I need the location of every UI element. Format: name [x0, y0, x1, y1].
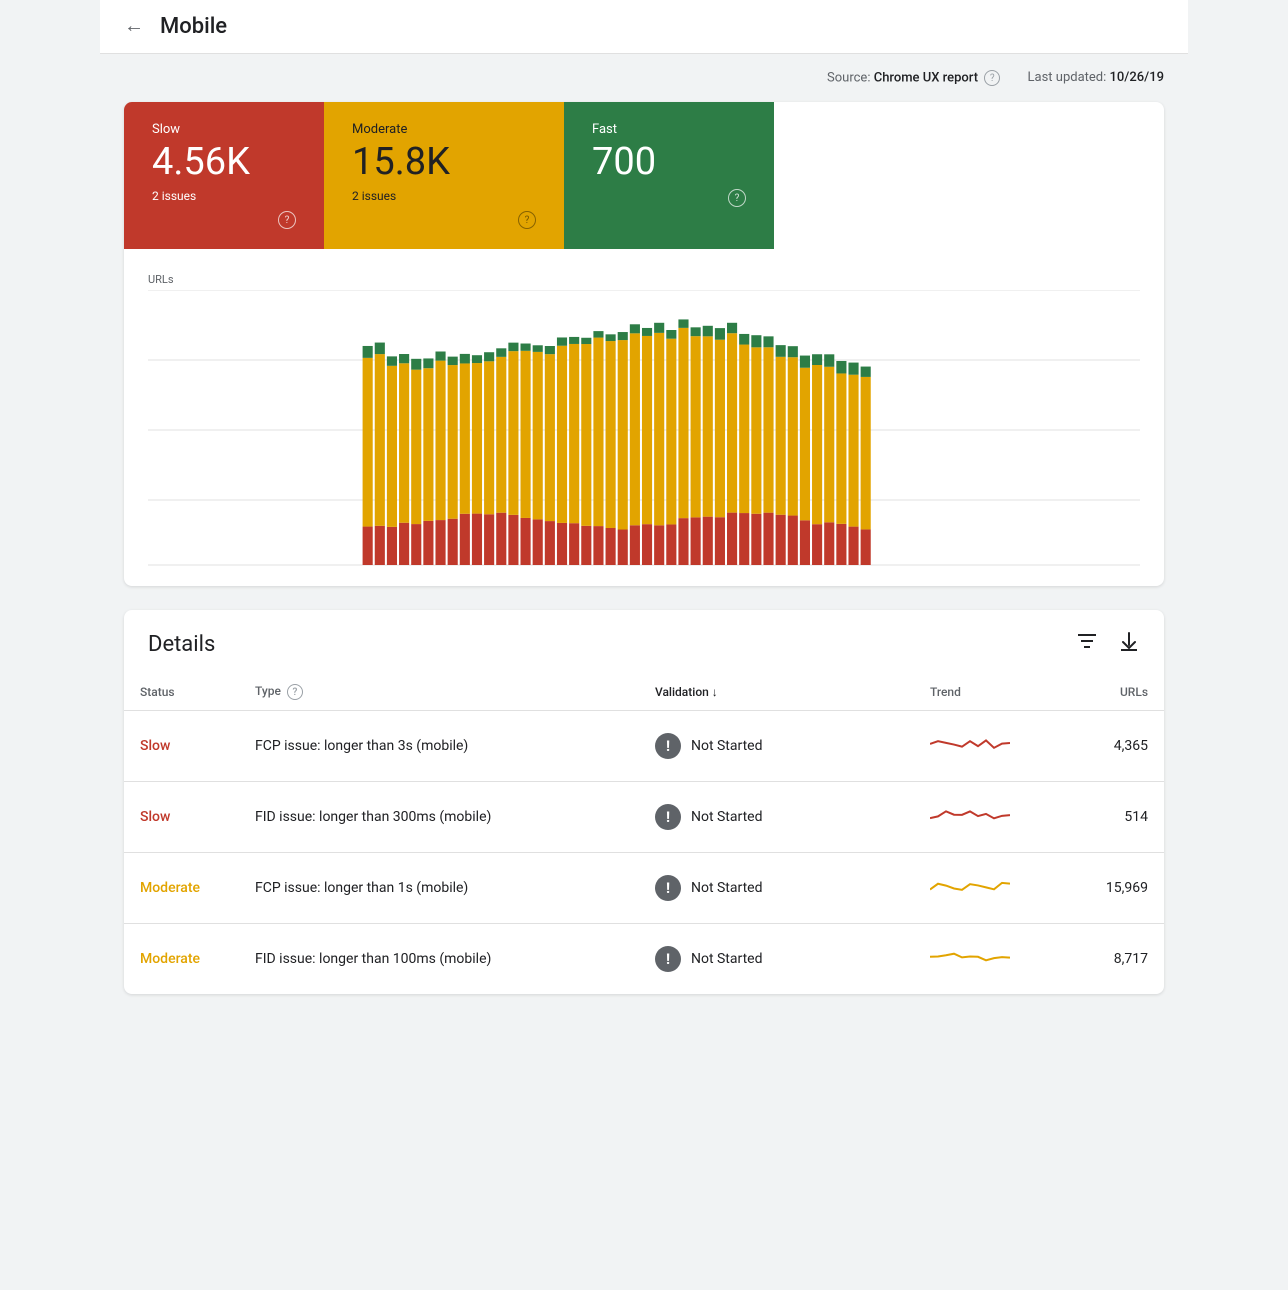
trend-cell [914, 853, 1064, 924]
validation-label: Not Started [691, 738, 763, 754]
fast-label: Fast [592, 122, 746, 137]
download-button[interactable] [1118, 630, 1140, 658]
col-header-urls: URLs [1064, 674, 1164, 711]
last-updated-label: Last updated: 10/26/19 [1028, 70, 1164, 85]
type-cell: FCP issue: longer than 3s (mobile) [239, 711, 639, 782]
chart-container: 23K 15K 7.5K 0 7/29/19 8/11/19 8/24/19 9… [148, 290, 1140, 570]
chart-svg: 23K 15K 7.5K 0 7/29/19 8/11/19 8/24/19 9… [148, 290, 1140, 570]
fast-help-icon[interactable]: ? [728, 189, 746, 207]
source-help-icon[interactable]: ? [984, 70, 1000, 86]
details-title: Details [148, 632, 215, 657]
col-header-status: Status [124, 674, 239, 711]
status-cell: Moderate [124, 924, 239, 995]
not-started-icon: ! [655, 733, 681, 759]
trend-sparkline [930, 729, 1010, 759]
validation-cell: ! Not Started [639, 924, 914, 995]
filter-button[interactable] [1076, 632, 1098, 656]
validation-cell: ! Not Started [639, 853, 914, 924]
details-header: Details [124, 610, 1164, 674]
urls-cell: 4,365 [1064, 711, 1164, 782]
moderate-issues: 2 issues [352, 189, 536, 203]
validation-cell: ! Not Started [639, 711, 914, 782]
details-card: Details [124, 610, 1164, 994]
details-table: Status Type ? Validation ↓ Trend URLs Sl… [124, 674, 1164, 994]
source-prefix: Source: [827, 70, 870, 85]
status-cell: Slow [124, 782, 239, 853]
source-name: Chrome UX report [874, 70, 978, 85]
fast-value: 700 [592, 143, 746, 181]
type-cell: FID issue: longer than 300ms (mobile) [239, 782, 639, 853]
chart-y-label: URLs [148, 273, 1140, 286]
moderate-label: Moderate [352, 122, 536, 137]
urls-cell: 8,717 [1064, 924, 1164, 995]
page-title: Mobile [160, 14, 227, 39]
trend-sparkline [930, 942, 1010, 972]
source-bar: Source: Chrome UX report ? Last updated:… [100, 54, 1188, 102]
slow-tile: Slow 4.56K 2 issues ? [124, 102, 324, 249]
slow-issues: 2 issues [152, 189, 296, 203]
col-header-trend: Trend [914, 674, 1064, 711]
validation-label: Not Started [691, 809, 763, 825]
type-cell: FCP issue: longer than 1s (mobile) [239, 853, 639, 924]
not-started-icon: ! [655, 804, 681, 830]
trend-cell [914, 711, 1064, 782]
col-header-type: Type ? [239, 674, 639, 711]
type-help-icon[interactable]: ? [287, 684, 303, 700]
status-cell: Moderate [124, 853, 239, 924]
table-row: ModerateFCP issue: longer than 1s (mobil… [124, 853, 1164, 924]
trend-cell [914, 924, 1064, 995]
trend-sparkline [930, 800, 1010, 830]
slow-value: 4.56K [152, 143, 296, 181]
table-row: SlowFID issue: longer than 300ms (mobile… [124, 782, 1164, 853]
urls-cell: 514 [1064, 782, 1164, 853]
chart-area: URLs 23K 15K 7.5K 0 [124, 249, 1164, 586]
urls-cell: 15,969 [1064, 853, 1164, 924]
slow-label: Slow [152, 122, 296, 137]
col-header-validation[interactable]: Validation ↓ [639, 674, 914, 711]
details-actions [1076, 630, 1140, 658]
table-row: ModerateFID issue: longer than 100ms (mo… [124, 924, 1164, 995]
header: ← Mobile [100, 0, 1188, 54]
validation-label: Not Started [691, 951, 763, 967]
page-wrapper: ← Mobile Source: Chrome UX report ? Last… [100, 0, 1188, 1058]
trend-cell [914, 782, 1064, 853]
status-cell: Slow [124, 711, 239, 782]
fast-tile: Fast 700 ? [564, 102, 774, 249]
not-started-icon: ! [655, 946, 681, 972]
last-updated-date: 10/26/19 [1110, 70, 1164, 85]
not-started-icon: ! [655, 875, 681, 901]
moderate-help-icon[interactable]: ? [518, 211, 536, 229]
main-card: Slow 4.56K 2 issues ? Moderate 15.8K 2 i… [124, 102, 1164, 586]
validation-label: Not Started [691, 880, 763, 896]
back-button[interactable]: ← [124, 15, 144, 38]
trend-sparkline [930, 871, 1010, 901]
type-cell: FID issue: longer than 100ms (mobile) [239, 924, 639, 995]
validation-cell: ! Not Started [639, 782, 914, 853]
slow-help-icon[interactable]: ? [278, 211, 296, 229]
moderate-value: 15.8K [352, 143, 536, 181]
summary-tiles: Slow 4.56K 2 issues ? Moderate 15.8K 2 i… [124, 102, 1164, 249]
moderate-tile: Moderate 15.8K 2 issues ? [324, 102, 564, 249]
table-row: SlowFCP issue: longer than 3s (mobile)! N… [124, 711, 1164, 782]
